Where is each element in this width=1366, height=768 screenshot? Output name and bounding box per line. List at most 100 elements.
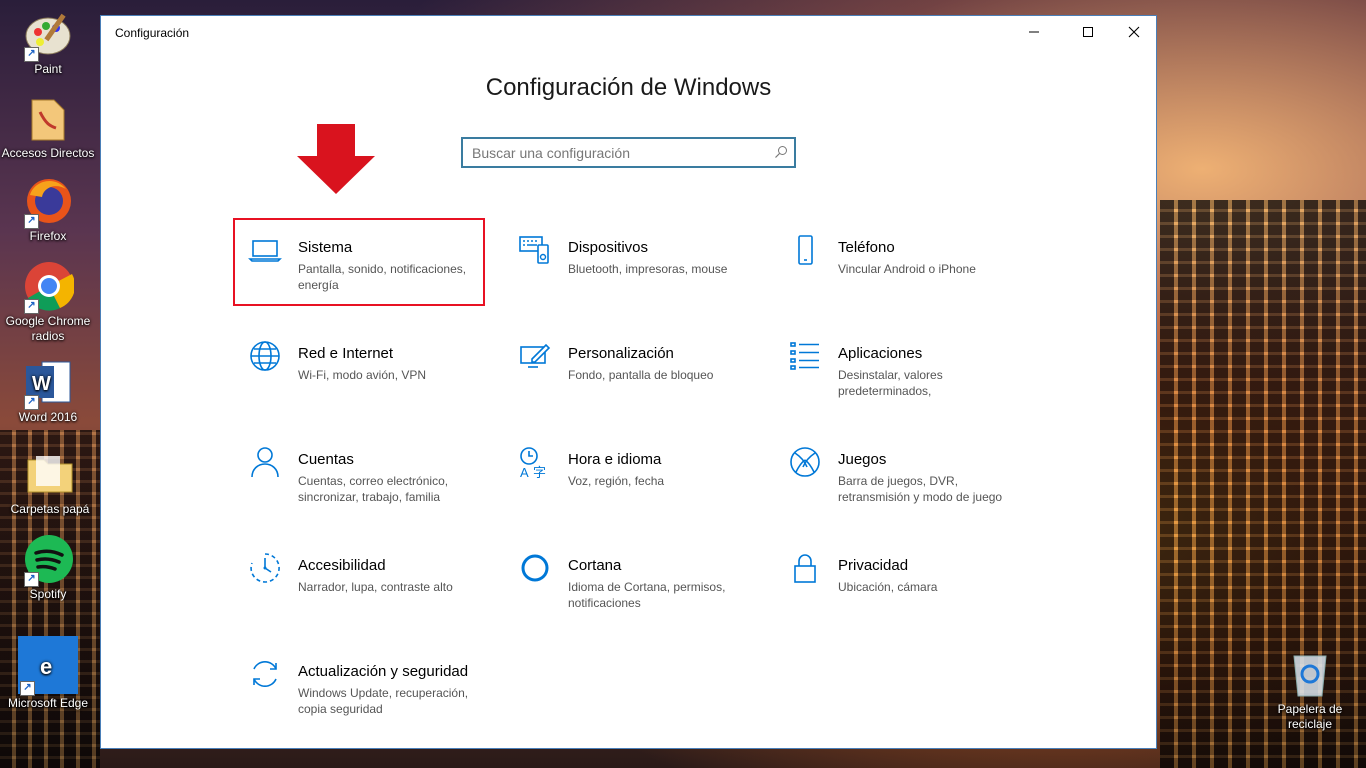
tile-title: Aplicaciones: [838, 345, 923, 362]
folder-icon: [24, 448, 76, 500]
svg-text:W: W: [32, 373, 51, 395]
tile-juegos[interactable]: Juegos Barra de juegos, DVR, retransmisi…: [774, 431, 1024, 517]
desktop-icon-label: Microsoft Edge: [7, 696, 89, 710]
tile-title: Actualización y seguridad: [298, 663, 469, 680]
tile-title: Cortana: [568, 557, 622, 574]
page-title: Configuración de Windows: [485, 74, 772, 101]
globe-icon: [250, 341, 280, 371]
apps-list-icon: [790, 342, 819, 370]
tile-red-e-internet[interactable]: Red e Internet Wi-Fi, modo avión, VPN: [234, 325, 484, 411]
tile-title: Red e Internet: [298, 345, 394, 362]
desktop-icon-word[interactable]: W ↗ Word 2016: [0, 356, 96, 425]
word-icon: W ↗: [22, 356, 74, 410]
shortcut-arrow-icon: ↗: [24, 299, 39, 314]
desktop-icon-google-chrome[interactable]: ↗ Google Chrome radios: [0, 260, 96, 344]
tile-telefono[interactable]: Teléfono Vincular Android o iPhone: [774, 219, 1024, 305]
tile-description: Pantalla, sonido, notificaciones, energí…: [298, 262, 467, 292]
tile-accesibilidad[interactable]: Accesibilidad Narrador, lupa, contraste …: [234, 537, 484, 623]
desktop-icon-label: Papelera de reciclaje: [1277, 702, 1343, 731]
desktop-icon-firefox[interactable]: ↗ Firefox: [0, 175, 96, 244]
desktop-icon-carpetas-papa[interactable]: Carpetas papá: [2, 448, 98, 517]
paint-icon: ↗: [22, 8, 74, 62]
close-icon: [1128, 26, 1140, 38]
xbox-icon: [790, 447, 820, 477]
update-icon: [253, 661, 277, 687]
tile-title: Privacidad: [838, 557, 909, 574]
shortcut-arrow-icon: ↗: [24, 47, 39, 62]
maximize-button[interactable]: [1065, 16, 1111, 48]
tile-title: Cuentas: [298, 451, 354, 468]
red-arrow-annotation: [297, 124, 375, 194]
recycle-bin-icon: [1284, 648, 1336, 700]
personalization-icon: [520, 343, 551, 368]
tile-privacidad[interactable]: Privacidad Ubicación, cámara: [774, 537, 1024, 623]
desktop-icon-label: Paint: [34, 62, 62, 76]
desktop-icon-spotify[interactable]: ↗ Spotify: [0, 533, 96, 602]
tile-description: Cuentas, correo electrónico, sincronizar…: [298, 474, 449, 504]
firefox-icon: ↗: [22, 175, 74, 229]
title-bar[interactable]: Configuración: [101, 16, 1156, 48]
tile-description: Fondo, pantalla de bloqueo: [568, 368, 714, 382]
minimize-icon: [1029, 31, 1039, 33]
lock-icon: [794, 554, 816, 583]
desktop-icon-paint[interactable]: ↗ Paint: [0, 8, 96, 77]
desktop-icon-accesos-directos[interactable]: Accesos Directos: [0, 92, 96, 161]
tile-description: Desinstalar, valores predeterminados,: [838, 368, 943, 398]
minimize-button[interactable]: [1011, 16, 1057, 48]
tile-title: Sistema: [298, 239, 353, 256]
search-input[interactable]: [463, 139, 762, 166]
time-language-icon: A字: [520, 447, 546, 479]
tile-description: Barra de juegos, DVR, retransmisión y mo…: [838, 474, 1003, 504]
tile-sistema[interactable]: Sistema Pantalla, sonido, notificaciones…: [233, 218, 485, 306]
tile-description: Bluetooth, impresoras, mouse: [568, 262, 728, 276]
shortcut-arrow-icon: ↗: [24, 395, 39, 410]
tile-title: Juegos: [838, 451, 887, 468]
desktop-icon-label: Google Chrome radios: [5, 314, 91, 343]
spotify-icon: ↗: [22, 533, 74, 587]
edge-icon: e ↗: [18, 636, 78, 696]
tile-description: Windows Update, recuperación, copia segu…: [298, 686, 469, 716]
tile-description: Vincular Android o iPhone: [838, 262, 976, 276]
tile-description: Wi-Fi, modo avión, VPN: [298, 368, 427, 382]
desktop-icon-label: Firefox: [29, 229, 67, 243]
tile-cortana[interactable]: Cortana Idioma de Cortana, permisos, not…: [504, 537, 754, 623]
desktop-icon-label: Carpetas papá: [10, 502, 90, 516]
search-box[interactable]: [461, 137, 796, 168]
person-icon: [251, 447, 279, 478]
settings-window: Configuración Configuración de Windows S…: [100, 15, 1157, 749]
search-icon[interactable]: [774, 145, 788, 164]
tile-description: Idioma de Cortana, permisos, notificacio…: [568, 580, 726, 610]
tile-title: Accesibilidad: [298, 557, 386, 574]
tile-description: Ubicación, cámara: [838, 580, 938, 594]
devices-icon: [519, 236, 549, 264]
tile-cuentas[interactable]: Cuentas Cuentas, correo electrónico, sin…: [234, 431, 484, 517]
pdf-document-icon: [22, 92, 74, 144]
shortcut-arrow-icon: ↗: [24, 214, 39, 229]
window-title: Configuración: [115, 26, 190, 40]
desktop-icon-label: Spotify: [29, 587, 67, 601]
tile-actualizacion-y-seguridad[interactable]: Actualización y seguridad Windows Update…: [234, 643, 484, 729]
tile-personalizacion[interactable]: Personalización Fondo, pantalla de bloqu…: [504, 325, 754, 411]
svg-text:A: A: [520, 465, 529, 479]
cortana-icon: [521, 554, 549, 582]
tile-aplicaciones[interactable]: Aplicaciones Desinstalar, valores predet…: [774, 325, 1024, 411]
accessibility-icon: [250, 553, 280, 583]
tile-title: Personalización: [568, 345, 674, 362]
svg-text:字: 字: [533, 465, 546, 479]
desktop-icon-label: Accesos Directos: [1, 146, 95, 160]
tile-title: Hora e idioma: [568, 451, 662, 468]
phone-icon: [798, 235, 813, 265]
desktop-icon-label: Word 2016: [18, 410, 78, 424]
tile-description: Voz, región, fecha: [568, 474, 665, 488]
tile-dispositivos[interactable]: Dispositivos Bluetooth, impresoras, mous…: [504, 219, 754, 305]
svg-text:e: e: [40, 654, 52, 679]
desktop-icon-recycle-bin[interactable]: Papelera de reciclaje: [1260, 648, 1360, 732]
laptop-icon: [248, 240, 282, 262]
tile-description: Narrador, lupa, contraste alto: [298, 580, 453, 594]
chrome-icon: ↗: [22, 260, 76, 314]
tile-hora-e-idioma[interactable]: A字 Hora e idioma Voz, región, fecha: [504, 431, 754, 517]
desktop-icon-microsoft-edge[interactable]: e ↗ Microsoft Edge: [0, 636, 96, 711]
tile-title: Teléfono: [838, 239, 895, 256]
close-button[interactable]: [1111, 16, 1157, 48]
tile-title: Dispositivos: [568, 239, 649, 256]
